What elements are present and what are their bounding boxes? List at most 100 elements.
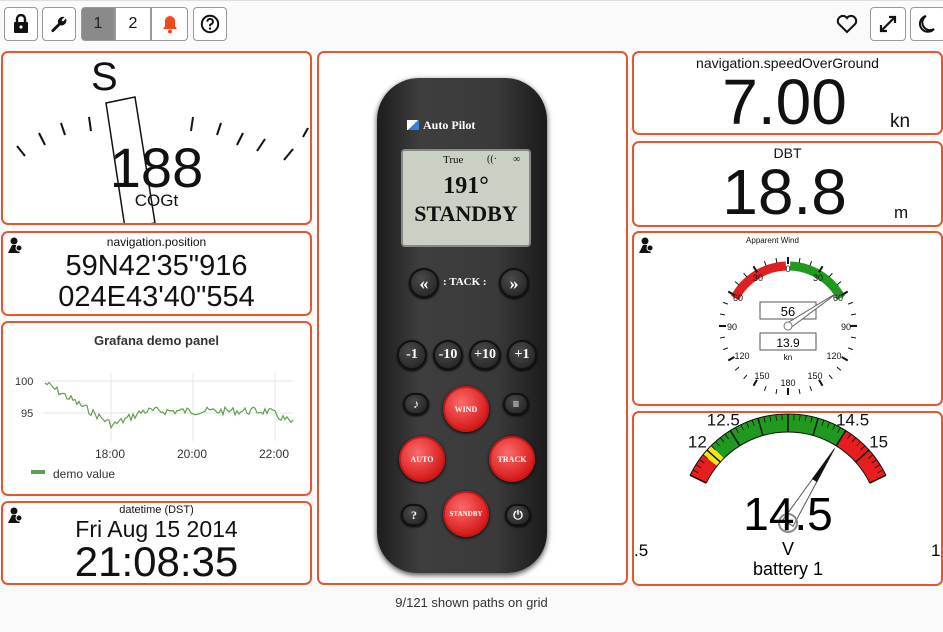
autopilot-mode-label: True: [443, 154, 464, 166]
wind-tick: [763, 385, 767, 392]
page-tab-1[interactable]: 1: [81, 7, 115, 41]
compass-label: COGt: [134, 191, 179, 210]
wind-tick: [722, 301, 729, 305]
wind-angle-value: 56: [781, 304, 795, 319]
fullscreen-button[interactable]: [870, 7, 906, 41]
grafana-chart: 100 95 18:00 20:00 22:00 demo value: [15, 373, 294, 481]
wind-tick-label: 0: [785, 264, 790, 274]
battery-tick-label: 14.5: [836, 413, 869, 430]
page-tab-1-label: 1: [93, 15, 103, 32]
autopilot-panel: Auto Pilot True ((· ∞ 191° STANDBY « : T…: [317, 51, 628, 585]
help-button[interactable]: [193, 7, 227, 41]
adjust-plus-1-button[interactable]: +1: [507, 340, 537, 370]
wind-tick-label: 30: [753, 273, 763, 283]
autopilot-remote: Auto Pilot True ((· ∞ 191° STANDBY « : T…: [377, 78, 547, 573]
wind-tick-label: 120: [734, 351, 749, 361]
wind-tick: [722, 347, 729, 351]
track-button[interactable]: TRACK: [489, 436, 535, 482]
favorite-button[interactable]: [830, 7, 864, 41]
wind-tick: [828, 272, 833, 278]
grafana-legend-swatch: [31, 470, 45, 474]
autopilot-help-button[interactable]: ?: [401, 504, 427, 526]
moon-icon: [919, 15, 935, 33]
speed-panel[interactable]: navigation.speedOverGround 7.00 kn: [632, 51, 943, 135]
grafana-panel[interactable]: Grafana demo panel 100 95 18:00 20:00 22…: [1, 321, 312, 496]
power-icon: ⏻: [513, 507, 523, 522]
wind-tick: [836, 366, 842, 371]
tack-port-button[interactable]: «: [409, 268, 439, 298]
help-icon: [200, 14, 220, 34]
wind-tick-label: 180: [780, 378, 795, 388]
wind-tick: [719, 336, 726, 339]
grafana-grid: [43, 373, 293, 441]
wind-tick: [775, 257, 778, 264]
wind-tick: [743, 272, 748, 278]
wind-tick: [809, 385, 813, 392]
autopilot-brand: Auto Pilot: [407, 118, 475, 133]
compass-panel[interactable]: S 188 COGt: [1, 51, 312, 225]
wind-tick-label: 60: [733, 293, 743, 303]
datetime-panel[interactable]: datetime (DST) Fri Aug 15 2014 21:08:35: [1, 501, 312, 585]
mute-icon: ♪: [413, 396, 419, 411]
wind-tick-label: 90: [727, 322, 737, 332]
wind-tick-label: 150: [754, 371, 769, 381]
tack-label: : TACK :: [443, 276, 487, 288]
tack-starboard-button[interactable]: »: [499, 268, 529, 298]
position-longitude: 024E43'40"554: [58, 281, 255, 313]
adjust-minus-10-button[interactable]: -10: [433, 340, 463, 370]
grafana-x-tick: 22:00: [259, 447, 289, 461]
depth-unit: m: [894, 203, 909, 222]
wind-tick: [847, 301, 854, 305]
lock-icon: [14, 14, 28, 33]
auto-button-label: AUTO: [410, 454, 434, 464]
alarm-button[interactable]: [151, 7, 188, 41]
standby-button[interactable]: STANDBY: [443, 491, 489, 537]
adjust-minus-1-label: -1: [406, 347, 418, 362]
link-icon: ∞: [513, 154, 521, 165]
wind-tick: [798, 257, 801, 264]
wind-tick-label: 30: [813, 273, 823, 283]
bell-icon: [162, 16, 177, 34]
position-latitude: 59N42'35"916: [65, 250, 248, 282]
wind-panel[interactable]: Apparent Wind 30 0 30 60 60 90 90 120 12…: [632, 231, 943, 406]
chevron-right-icon: »: [509, 272, 519, 293]
wind-speed-unit: kn: [784, 353, 792, 362]
battery-tick-label: 12: [688, 432, 707, 451]
settings-button[interactable]: [42, 7, 76, 41]
wind-tick-label: 90: [841, 322, 851, 332]
battery-tick-label: 13: [745, 413, 764, 416]
battery-panel[interactable]: 1212.51313.51414.515 .5 1: 14.5 V batter…: [632, 411, 943, 586]
speed-unit: kn: [890, 111, 911, 132]
grafana-y-tick: 95: [21, 408, 33, 420]
position-panel[interactable]: navigation.position 59N42'35"916 024E43'…: [1, 231, 312, 316]
power-button[interactable]: ⏻: [505, 504, 531, 526]
menu-button[interactable]: ≡: [503, 393, 529, 415]
compass-heading-letter: S: [91, 55, 118, 99]
sail-logo-icon: [407, 120, 419, 130]
grafana-series-line: [44, 381, 294, 430]
lock-button[interactable]: [4, 7, 38, 41]
battery-unit: V: [782, 539, 794, 559]
battery-edge-label-right: 1:: [931, 541, 941, 560]
depth-panel[interactable]: DBT 18.8 m: [632, 141, 943, 227]
wind-tick: [809, 260, 813, 267]
signal-icon: ((·: [487, 154, 497, 165]
track-button-label: TRACK: [497, 454, 527, 464]
autopilot-lcd: True ((· ∞ 191° STANDBY: [401, 149, 531, 247]
wind-tick-label: 150: [807, 371, 822, 381]
wind-tick: [727, 356, 735, 362]
adjust-plus-10-button[interactable]: +10: [469, 340, 501, 370]
wind-button[interactable]: WIND: [443, 386, 489, 432]
menu-icon: ≡: [512, 396, 520, 411]
help-icon: ?: [411, 507, 417, 522]
adjust-minus-1-button[interactable]: -1: [397, 340, 427, 370]
battery-value: 14.5: [743, 488, 833, 540]
mute-button[interactable]: ♪: [403, 393, 429, 415]
page-tab-2-label: 2: [128, 15, 138, 32]
page-tab-2[interactable]: 2: [115, 7, 151, 41]
datetime-title: datetime (DST): [119, 504, 194, 516]
wind-tick: [719, 313, 726, 316]
heart-icon: [836, 14, 858, 34]
auto-button[interactable]: AUTO: [399, 436, 445, 482]
night-mode-button[interactable]: [910, 7, 943, 41]
